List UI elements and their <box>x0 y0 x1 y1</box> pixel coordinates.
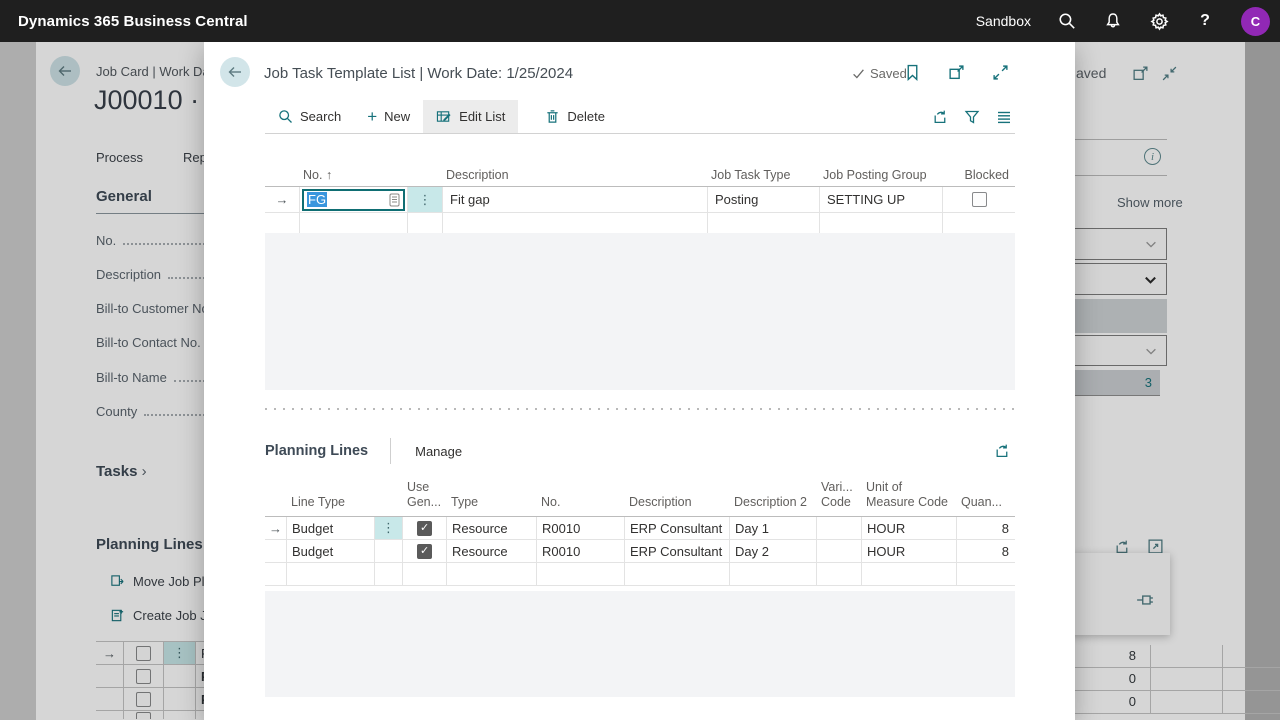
expand-fullscreen-icon[interactable] <box>991 63 1009 81</box>
description-cell[interactable]: ERP Consultant <box>625 540 730 562</box>
column-header-blocked[interactable]: Blocked <box>943 168 1015 182</box>
divider <box>390 438 391 464</box>
column-header-description-2[interactable]: Description 2 <box>730 495 817 511</box>
no-cell[interactable]: R0010 <box>537 540 625 562</box>
uom-cell[interactable]: HOUR <box>862 517 957 539</box>
edit-list-icon <box>436 109 452 124</box>
column-header-line-type[interactable]: Line Type <box>287 495 375 511</box>
description-2-cell[interactable]: Day 1 <box>730 517 817 539</box>
top-app-bar: Dynamics 365 Business Central Sandbox ? … <box>0 0 1280 42</box>
assist-edit-icon <box>389 193 400 207</box>
blocked-cell[interactable] <box>943 187 1015 212</box>
no-input-focused[interactable]: FG <box>302 189 405 211</box>
search-button[interactable]: Search <box>265 100 354 133</box>
job-task-template-dialog: Job Task Template List | Work Date: 1/25… <box>204 42 1075 720</box>
use-gen-cell[interactable] <box>403 540 447 562</box>
quantity-cell[interactable]: 8 <box>957 540 1015 562</box>
help-icon[interactable]: ? <box>1195 11 1215 31</box>
planning-lines-title: Planning Lines <box>265 443 368 459</box>
dialog-back-button[interactable] <box>220 57 250 87</box>
planning-filler-area <box>265 591 1015 697</box>
column-header-no[interactable]: No. ↑ <box>300 168 408 182</box>
blocked-checkbox[interactable] <box>972 192 987 207</box>
planning-share-icon[interactable] <box>993 441 1011 459</box>
column-header-job-task-type[interactable]: Job Task Type <box>708 168 820 182</box>
account-avatar[interactable]: C <box>1241 7 1270 36</box>
filter-icon[interactable] <box>963 108 981 126</box>
variant-code-cell[interactable] <box>817 540 862 562</box>
active-row-indicator: → <box>265 517 287 539</box>
share-icon[interactable] <box>931 108 949 126</box>
new-button[interactable]: + New <box>354 100 423 133</box>
description-cell[interactable]: ERP Consultant <box>625 517 730 539</box>
edit-list-button[interactable]: Edit List <box>423 100 518 133</box>
type-cell[interactable]: Resource <box>447 517 537 539</box>
screen: Dynamics 365 Business Central Sandbox ? … <box>0 0 1280 720</box>
manage-menu[interactable]: Manage <box>415 444 462 459</box>
search-icon[interactable] <box>1057 11 1077 31</box>
save-status: Saved <box>852 66 907 81</box>
search-icon <box>278 109 293 124</box>
no-cell[interactable]: FG <box>300 187 408 212</box>
environment-label[interactable]: Sandbox <box>976 13 1031 29</box>
column-header-job-posting-group[interactable]: Job Posting Group <box>820 168 943 182</box>
trash-icon <box>545 109 560 124</box>
delete-button[interactable]: Delete <box>532 100 618 133</box>
check-icon <box>852 67 865 80</box>
list-options-icon[interactable] <box>995 108 1013 126</box>
column-header-no[interactable]: No. <box>537 495 625 511</box>
planning-row: → Budget ⋮ Resource R0010 ERP Consultant… <box>265 517 1015 540</box>
dialog-title: Job Task Template List | Work Date: 1/25… <box>264 65 573 82</box>
plus-icon: + <box>367 108 377 125</box>
column-header-description[interactable]: Description <box>625 495 730 511</box>
planning-row: Budget Resource R0010 ERP Consultant Day… <box>265 540 1015 563</box>
sort-ascending-icon: ↑ <box>326 168 332 182</box>
table-row: → FG ⋮ Fit gap Posting SETTING UP <box>265 187 1015 213</box>
description-cell[interactable]: Fit gap <box>443 187 708 212</box>
planning-lines-table: Line Type UseGen... Type No. Description… <box>265 476 1015 586</box>
use-gen-checkbox[interactable] <box>417 544 432 559</box>
column-header-quantity[interactable]: Quan... <box>957 495 1015 511</box>
column-header-use-gen[interactable]: UseGen... <box>403 480 447 511</box>
part-separator <box>265 408 1015 411</box>
job-task-type-cell[interactable]: Posting <box>708 187 820 212</box>
description-2-cell[interactable]: Day 2 <box>730 540 817 562</box>
notifications-bell-icon[interactable] <box>1103 11 1123 31</box>
app-title[interactable]: Dynamics 365 Business Central <box>18 13 248 30</box>
column-header-unit-of-measure[interactable]: Unit ofMeasure Code <box>862 480 957 511</box>
line-type-cell[interactable]: Budget <box>287 517 375 539</box>
bookmark-icon[interactable] <box>903 63 921 81</box>
dialog-action-bar: Search + New Edit List Delete <box>265 100 1015 134</box>
job-posting-group-cell[interactable]: SETTING UP <box>820 187 943 212</box>
job-task-template-table: No. ↑ Description Job Task Type Job Post… <box>265 160 1015 239</box>
settings-gear-icon[interactable] <box>1149 11 1169 31</box>
table-filler-area <box>265 233 1015 390</box>
active-row-indicator: → <box>265 187 300 212</box>
column-header-description[interactable]: Description <box>443 168 708 182</box>
planning-header-row: Line Type UseGen... Type No. Description… <box>265 476 1015 516</box>
table-header-row: No. ↑ Description Job Task Type Job Post… <box>265 160 1015 186</box>
no-cell[interactable]: R0010 <box>537 517 625 539</box>
column-header-type[interactable]: Type <box>447 495 537 511</box>
use-gen-cell[interactable] <box>403 517 447 539</box>
quantity-cell[interactable]: 8 <box>957 517 1015 539</box>
variant-code-cell[interactable] <box>817 517 862 539</box>
row-ellipsis-icon[interactable]: ⋮ <box>375 517 403 539</box>
selected-text: FG <box>307 192 327 207</box>
open-in-window-icon[interactable] <box>947 63 965 81</box>
planning-row-empty[interactable] <box>265 563 1015 586</box>
type-cell[interactable]: Resource <box>447 540 537 562</box>
column-header-variant-code[interactable]: Vari...Code <box>817 480 862 511</box>
uom-cell[interactable]: HOUR <box>862 540 957 562</box>
use-gen-checkbox[interactable] <box>417 521 432 536</box>
row-ellipsis-icon[interactable]: ⋮ <box>408 187 443 212</box>
line-type-cell[interactable]: Budget <box>287 540 375 562</box>
